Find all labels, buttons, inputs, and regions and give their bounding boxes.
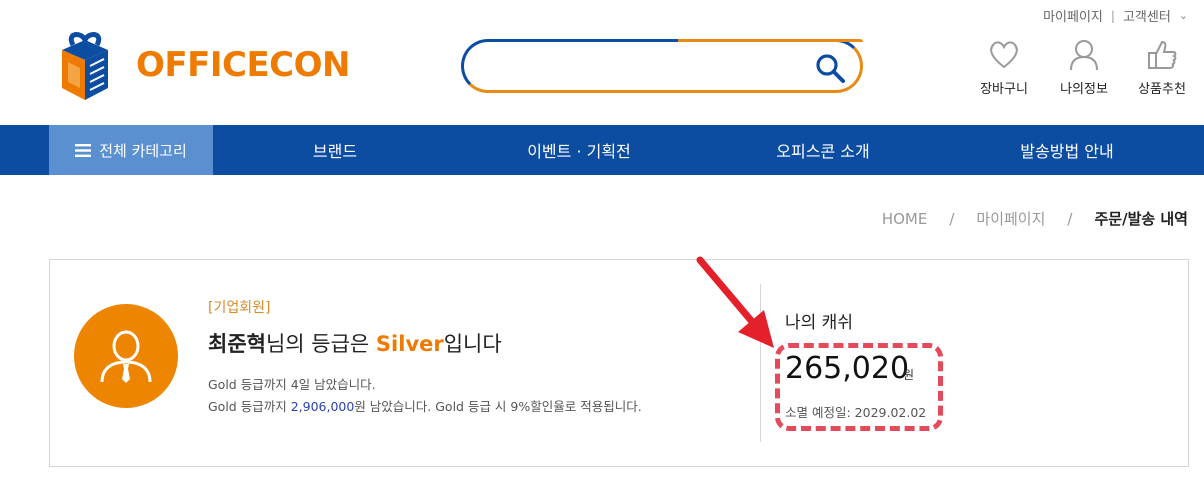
user-tie-icon — [100, 330, 152, 383]
cash-expire-date: 소멸 예정일: 2029.02.02 — [785, 405, 927, 420]
breadcrumb-home[interactable]: HOME — [882, 210, 928, 228]
nav-item-about[interactable]: 오피스콘 소개 — [701, 125, 945, 175]
member-card: [기업회원] 최준혁님의 등급은 Silver입니다 Gold 등급까지 4일 … — [49, 259, 1189, 467]
grade-days-note: Gold 등급까지 4일 남았습니다. — [208, 377, 376, 392]
all-categories-label: 전체 카테고리 — [99, 141, 187, 160]
breadcrumb-separator: / — [949, 209, 955, 228]
recommend-label: 상품추천 — [1138, 82, 1186, 97]
breadcrumb-separator: / — [1067, 209, 1073, 228]
cash-unit: 원 — [903, 368, 915, 382]
member-name: 최준혁 — [208, 332, 266, 356]
remaining-amount: 2,906,000 — [290, 399, 355, 414]
search-icon[interactable] — [814, 52, 846, 84]
main-nav: 전체 카테고리 브랜드 이벤트 · 기획전 오피스콘 소개 발송방법 안내 — [0, 125, 1204, 175]
menu-icon — [75, 143, 92, 157]
nav-item-events[interactable]: 이벤트 · 기획전 — [457, 125, 701, 175]
thumbs-up-icon — [1148, 40, 1177, 69]
cart-button[interactable]: 장바구니 — [969, 38, 1039, 97]
grade-prefix: 님의 등급은 — [265, 332, 376, 356]
cart-label: 장바구니 — [980, 82, 1028, 97]
member-type: [기업회원] — [208, 300, 271, 316]
avatar — [74, 304, 178, 408]
mypage-link[interactable]: 마이페이지 — [1043, 6, 1103, 25]
nav-item-brand[interactable]: 브랜드 — [213, 125, 457, 175]
support-link[interactable]: 고객센터 — [1123, 6, 1171, 25]
user-icon — [1070, 40, 1098, 71]
note-prefix: Gold 등급까지 — [208, 399, 291, 414]
grade-suffix: 입니다 — [443, 332, 502, 356]
recommend-button[interactable]: 상품추천 — [1127, 38, 1197, 97]
grade-name: Silver — [375, 332, 444, 356]
cash-label: 나의 캐쉬 — [785, 313, 853, 333]
breadcrumb-mypage[interactable]: 마이페이지 — [976, 208, 1045, 229]
nav-item-shipping[interactable]: 발송방법 안내 — [945, 125, 1189, 175]
search-input[interactable] — [484, 52, 804, 80]
logo-text: OFFICECON — [136, 45, 351, 85]
breadcrumb: HOME / 마이페이지 / 주문/발송 내역 — [882, 208, 1188, 229]
gift-box-icon — [62, 32, 108, 100]
search-bar-accent — [678, 39, 863, 42]
breadcrumb-current: 주문/발송 내역 — [1094, 210, 1188, 228]
site-logo[interactable]: OFFICECON — [48, 28, 351, 102]
note-suffix: 원 남았습니다. Gold 등급 시 9%할인율로 적용됩니다. — [354, 399, 642, 414]
member-grade-line: 최준혁님의 등급은 Silver입니다 — [208, 328, 502, 358]
util-separator: | — [1110, 8, 1115, 23]
chevron-down-icon[interactable]: ⌄ — [1179, 9, 1188, 22]
utility-links: 마이페이지 | 고객센터 ⌄ — [1043, 6, 1188, 26]
all-categories-button[interactable]: 전체 카테고리 — [49, 125, 213, 175]
my-info-button[interactable]: 나의정보 — [1049, 38, 1119, 97]
my-info-label: 나의정보 — [1060, 82, 1108, 97]
red-arrow-annotation — [696, 256, 774, 348]
search-bar — [461, 39, 863, 93]
cash-amount: 265,020 — [785, 351, 910, 386]
grade-amount-note: Gold 등급까지 2,906,000원 남았습니다. Gold 등급 시 9%… — [208, 396, 642, 415]
heart-icon — [990, 41, 1018, 69]
